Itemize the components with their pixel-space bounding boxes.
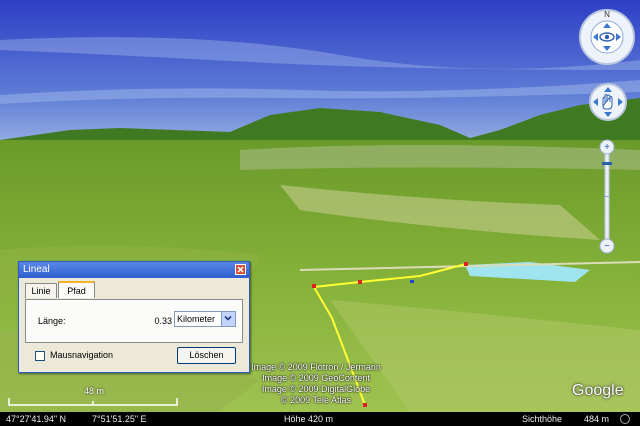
tab-linie[interactable]: Linie xyxy=(25,283,57,298)
chevron-down-icon xyxy=(224,315,232,321)
close-icon xyxy=(237,266,244,273)
imagery-attribution: Image © 2009 Flotron / Jermann Image © 2… xyxy=(246,362,386,406)
eye-altitude-label: Sichthöhe xyxy=(522,414,563,424)
length-label: Länge: xyxy=(38,316,66,326)
zoom-handle[interactable] xyxy=(602,162,612,165)
path-point[interactable] xyxy=(312,284,316,288)
status-bar: 47°27'41.94" N 7°51'51.25" E Höhe 420 m … xyxy=(0,412,640,426)
scale-label: 48 m xyxy=(84,386,105,396)
ruler-title: Lineal xyxy=(23,264,50,275)
path-point[interactable] xyxy=(358,280,362,284)
close-button[interactable] xyxy=(235,264,246,275)
length-value: 0.33 xyxy=(154,316,172,326)
attribution-line: Image © 2009 DigitalGlobe xyxy=(261,384,371,394)
longitude-readout: 7°51'51.25" E xyxy=(92,414,147,424)
scale-bar xyxy=(8,398,178,406)
eye-altitude-value: 484 m xyxy=(584,414,610,424)
tab-pfad[interactable]: Pfad xyxy=(58,281,95,298)
look-control[interactable]: N xyxy=(578,8,636,66)
minus-icon[interactable]: − xyxy=(604,241,610,252)
mouse-navigation-label: Mausnavigation xyxy=(50,350,114,360)
unit-select-value: Kilometer xyxy=(177,314,216,324)
google-logo: Google xyxy=(572,382,624,399)
attribution-line: Image © 2009 GeoContent xyxy=(262,373,370,383)
move-control[interactable] xyxy=(588,82,628,122)
town-area xyxy=(240,145,640,170)
dropdown-arrow-icon[interactable] xyxy=(221,312,235,326)
tab-panel-pfad: Länge: 0.33 Kilometer xyxy=(25,299,243,343)
plus-icon[interactable]: + xyxy=(604,142,610,153)
north-label: N xyxy=(604,10,610,19)
elevation-readout: Höhe 420 m xyxy=(284,414,334,424)
placemark xyxy=(410,280,414,283)
latitude-readout: 47°27'41.94" N xyxy=(6,414,67,424)
path-point[interactable] xyxy=(464,262,468,266)
earth-3d-viewport[interactable]: N + − Image © 2009 Flotron / Jermann Ima… xyxy=(0,0,640,426)
zoom-slider[interactable]: + − xyxy=(598,138,616,256)
attribution-line: Image © 2009 Flotron / Jermann xyxy=(251,362,381,372)
streaming-indicator-icon xyxy=(620,414,630,424)
ruler-dialog: Lineal Linie Pfad Länge: 0.33 Kilometer xyxy=(18,261,250,373)
unit-select[interactable]: Kilometer xyxy=(174,311,236,327)
ruler-titlebar[interactable]: Lineal xyxy=(19,262,249,278)
hand-icon xyxy=(602,94,613,110)
delete-button[interactable]: Löschen xyxy=(177,347,236,364)
attribution-line: © 2009 Tele Atlas xyxy=(280,395,351,405)
mouse-navigation-checkbox[interactable] xyxy=(35,351,45,361)
